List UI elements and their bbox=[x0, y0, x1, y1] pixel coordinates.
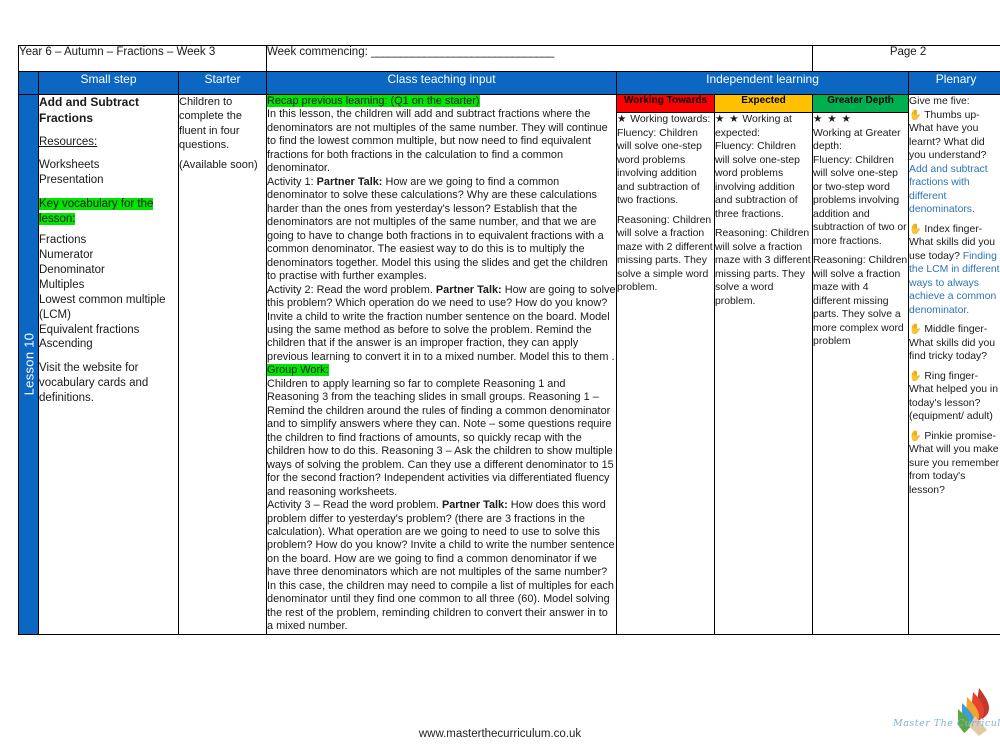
il-reasoning: Reasoning: Children will solve a fractio… bbox=[715, 228, 811, 307]
column-header-class-teaching-input: Class teaching input bbox=[266, 71, 618, 95]
il-heading: ★ ★ Working at expected: bbox=[715, 114, 792, 139]
il-subheader-row: Lesson 10 Add and Subtract Fractions Res… bbox=[18, 94, 1000, 635]
week-commencing-label: Week commencing: bbox=[267, 46, 371, 58]
key-vocabulary-heading: Key vocabulary for the lesson: bbox=[39, 198, 154, 225]
il-header-greater-depth: Greater Depth bbox=[812, 94, 910, 113]
il-reasoning: Reasoning: Children will solve a fractio… bbox=[617, 214, 713, 294]
lesson-plan-page: Year 6 – Autumn – Fractions – Week 3 Wee… bbox=[0, 0, 1000, 750]
starter-text: Children to complete the fluent in four … bbox=[179, 96, 242, 151]
meta-row: Year 6 – Autumn – Fractions – Week 3 Wee… bbox=[17, 45, 1000, 72]
small-step-cell: Add and Subtract Fractions Resources: Wo… bbox=[38, 94, 179, 635]
lesson-spine-label: Lesson 10 bbox=[21, 333, 36, 396]
il-cell-working-towards: ★ Working towards: Fluency: Children wil… bbox=[616, 112, 716, 635]
vocab-item: Ascending bbox=[39, 338, 93, 351]
week-commencing-cell: Week commencing: _______________________… bbox=[266, 45, 814, 72]
hand-icon: ✋ bbox=[909, 109, 922, 121]
hand-icon: ✋ bbox=[909, 324, 922, 336]
lesson-plan-table: Year 6 – Autumn – Fractions – Week 3 Wee… bbox=[17, 45, 1000, 635]
vocab-item: Equivalent fractions bbox=[39, 323, 140, 336]
cti-intro: In this lesson, the children will add an… bbox=[267, 108, 608, 175]
plenary-item: ✋ Index finger- What skills did you use … bbox=[909, 223, 1000, 316]
resource-item: Worksheets bbox=[39, 159, 100, 172]
website-note: Visit the website for vocabulary cards a… bbox=[39, 362, 149, 405]
star-rating: ★ ★ bbox=[715, 114, 740, 125]
vocab-item: Numerator bbox=[39, 248, 94, 261]
lesson-spine: Lesson 10 bbox=[18, 94, 39, 635]
vocab-item: Multiples bbox=[39, 278, 85, 291]
column-header-plenary: Plenary bbox=[908, 71, 1000, 95]
starter-availability: (Available soon) bbox=[179, 159, 258, 172]
hand-icon: ✋ bbox=[909, 223, 922, 235]
cti-activity-3: Activity 3 – Read the word problem. Part… bbox=[267, 499, 615, 633]
hand-icon: ✋ bbox=[909, 370, 922, 382]
resources-label: Resources: bbox=[39, 136, 98, 149]
starter-cell: Children to complete the fluent in four … bbox=[177, 94, 268, 635]
resource-item: Presentation bbox=[39, 174, 104, 187]
vocab-item: Fractions bbox=[39, 233, 87, 246]
group-work-heading: Group Work: bbox=[267, 364, 329, 377]
plenary-intro: Give me five: bbox=[909, 96, 970, 107]
vocab-item: Lowest common multiple (LCM) bbox=[39, 293, 166, 321]
il-header-expected: Expected bbox=[714, 94, 814, 113]
group-work-text: Children to apply learning so far to com… bbox=[267, 377, 614, 498]
il-reasoning: Reasoning: Children will solve a fractio… bbox=[813, 255, 908, 348]
page-number-cell: Page 2 bbox=[812, 45, 1000, 72]
small-step-title: Add and Subtract Fractions bbox=[39, 95, 140, 125]
column-header-starter: Starter bbox=[177, 71, 268, 95]
star-rating: ★ bbox=[617, 114, 628, 125]
website-url: www.masterthecurriculum.co.uk bbox=[418, 728, 582, 740]
column-header-small-step: Small step bbox=[38, 71, 179, 95]
spine-header-spacer bbox=[18, 71, 39, 95]
cti-activity-1: Activity 1: Partner Talk: How are we goi… bbox=[267, 175, 608, 283]
logo-script-text: Master The Curriculum bbox=[893, 718, 1000, 729]
page-number: Page 2 bbox=[889, 46, 927, 58]
il-header-working-towards: Working Towards bbox=[616, 94, 716, 113]
plenary-item: ✋ Pinkie promise- What will you make sur… bbox=[909, 430, 1000, 496]
il-heading: Working at Greater depth: bbox=[813, 127, 901, 153]
vocab-item: Denominator bbox=[39, 263, 105, 276]
plan-title-cell: Year 6 – Autumn – Fractions – Week 3 bbox=[17, 45, 268, 72]
column-header-independent-learning: Independent learning bbox=[616, 71, 910, 95]
plenary-item: ✋ Middle finger- What skills did you fin… bbox=[909, 324, 996, 363]
il-cell-greater-depth: ★ ★ ★ Working at Greater depth: Fluency:… bbox=[812, 112, 910, 635]
header-band-row: Small step Starter Class teaching input … bbox=[18, 71, 1000, 95]
star-rating: ★ ★ ★ bbox=[813, 114, 852, 125]
il-fluency: Fluency: Children will solve one-step or… bbox=[813, 154, 907, 247]
plan-title: Year 6 – Autumn – Fractions – Week 3 bbox=[19, 46, 216, 58]
plenary-answer: Add and subtract fractions with differen… bbox=[909, 163, 988, 216]
recap-heading: Recap previous learning: (Q1 on the star… bbox=[267, 95, 480, 107]
cti-activity-2: Activity 2: Read the word problem. Partn… bbox=[267, 283, 616, 363]
il-heading: ★ Working towards: bbox=[617, 114, 711, 125]
il-fluency: Fluency: Children will solve one-step wo… bbox=[715, 141, 800, 220]
brand-logo: Master The Curriculum bbox=[893, 686, 1000, 744]
week-commencing-rule: _______________________________ bbox=[370, 46, 554, 58]
il-fluency: Fluency: Children will solve one-step wo… bbox=[617, 127, 702, 207]
plenary-cell: Give me five: ✋ Thumbs up- What have you… bbox=[908, 94, 1000, 635]
il-cell-expected: ★ ★ Working at expected: Fluency: Childr… bbox=[714, 112, 814, 635]
hand-icon: ✋ bbox=[909, 430, 922, 442]
plenary-item: ✋ Thumbs up- What have you learnt? What … bbox=[909, 109, 988, 216]
plenary-item: ✋ Ring finger- What helped you in today'… bbox=[909, 370, 999, 423]
class-teaching-input-cell: Recap previous learning: (Q1 on the star… bbox=[266, 94, 618, 635]
